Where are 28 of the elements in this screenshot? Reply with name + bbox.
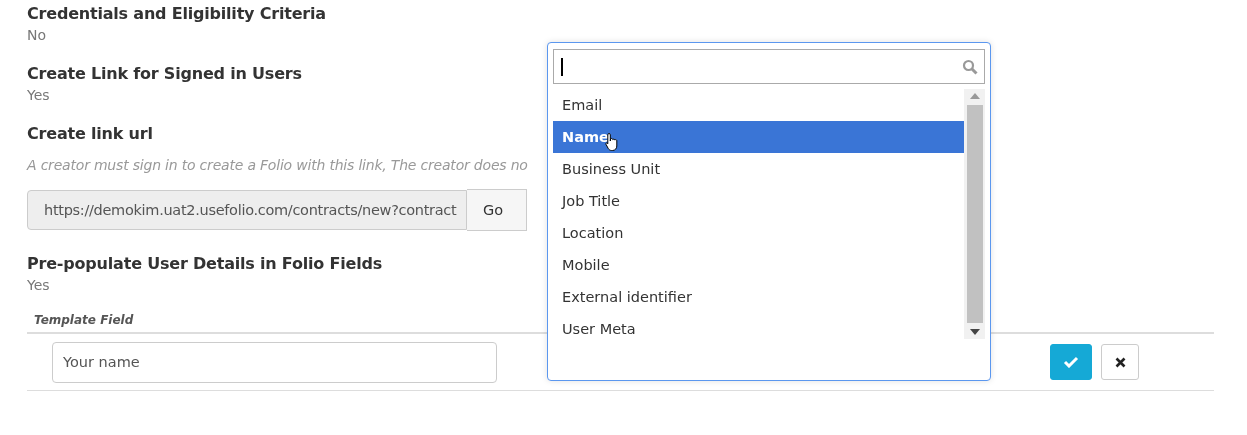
search-icon — [962, 58, 978, 75]
dropdown-option[interactable]: Job Title — [553, 185, 964, 217]
dropdown-option[interactable]: External identifier — [553, 281, 964, 313]
field-title: Credentials and Eligibility Criteria — [27, 3, 326, 25]
dropdown-option[interactable]: Email — [553, 89, 964, 121]
scrollbar-thumb[interactable] — [966, 105, 983, 323]
dropdown-option[interactable]: User Meta — [553, 313, 964, 339]
go-button[interactable]: Go — [467, 189, 527, 231]
field-value: Yes — [27, 86, 50, 105]
url-field[interactable]: https://demokim.uat2.usefolio.com/contracts/new?contract — [27, 190, 467, 230]
dropdown-option[interactable]: Location — [553, 217, 964, 249]
dropdown-option[interactable]: Mobile — [553, 249, 964, 281]
field-title: Create link url — [27, 123, 153, 145]
field-title: Pre-populate User Details in Folio Fields — [27, 253, 382, 275]
dropdown-option[interactable]: Business Unit — [553, 153, 964, 185]
field-value: No — [27, 26, 47, 45]
field-title: Create Link for Signed in Users — [27, 63, 302, 85]
column-header: Template Field — [34, 313, 134, 327]
check-icon — [1063, 356, 1079, 368]
help-text: A creator must sign in to create a Folio with this link, The creator does no — [27, 156, 528, 175]
close-icon — [1114, 356, 1126, 368]
template-field-input[interactable]: Your name — [52, 341, 497, 383]
scroll-up-icon[interactable] — [969, 93, 980, 99]
confirm-button[interactable] — [1050, 344, 1092, 380]
search-field[interactable] — [553, 49, 985, 84]
cancel-button[interactable] — [1101, 344, 1139, 380]
scroll-down-icon[interactable] — [969, 329, 980, 335]
field-value: Yes — [27, 276, 50, 295]
